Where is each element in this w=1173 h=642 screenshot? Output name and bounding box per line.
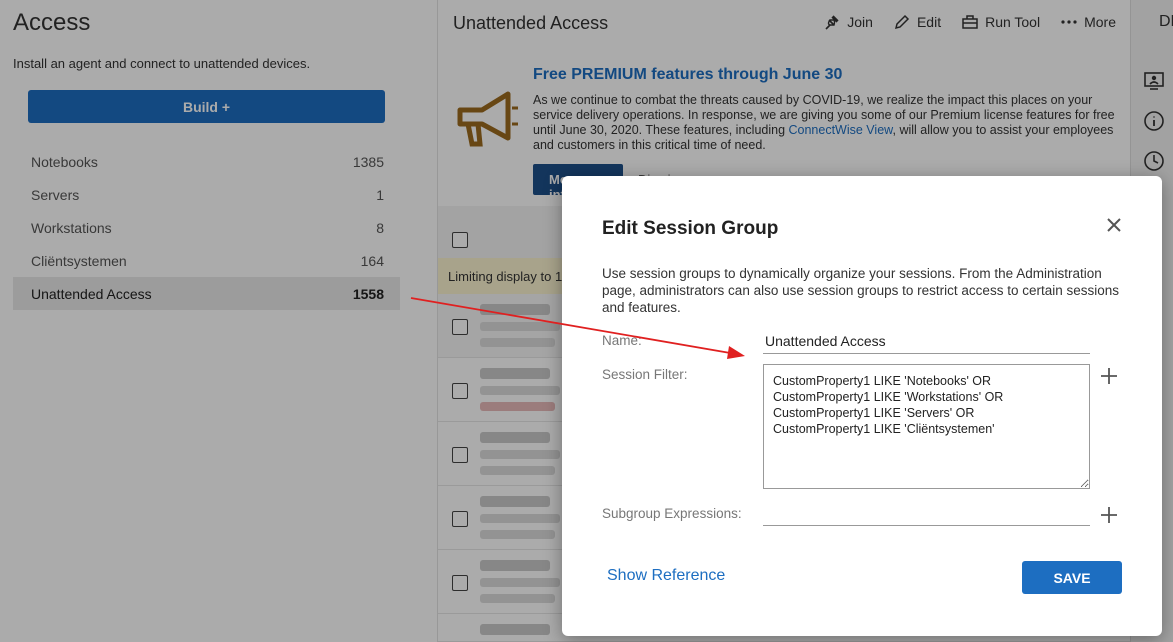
- dialog-description: Use session groups to dynamically organi…: [602, 266, 1119, 315]
- add-subgroup-plus-icon[interactable]: [1100, 506, 1118, 524]
- name-input[interactable]: [763, 329, 1090, 354]
- subgroup-expressions-label: Subgroup Expressions:: [602, 506, 742, 521]
- session-filter-label: Session Filter:: [602, 367, 688, 382]
- close-icon[interactable]: [1103, 214, 1125, 236]
- name-label: Name:: [602, 333, 642, 348]
- save-button[interactable]: SAVE: [1022, 561, 1122, 594]
- edit-session-group-dialog: Edit Session Group Use session groups to…: [562, 176, 1162, 636]
- subgroup-expressions-input[interactable]: [763, 504, 1090, 526]
- session-filter-textarea[interactable]: CustomProperty1 LIKE 'Notebooks' OR Cust…: [763, 364, 1090, 489]
- dialog-title: Edit Session Group: [602, 218, 779, 239]
- show-reference-link[interactable]: Show Reference: [607, 567, 725, 585]
- add-filter-plus-icon[interactable]: [1100, 367, 1118, 385]
